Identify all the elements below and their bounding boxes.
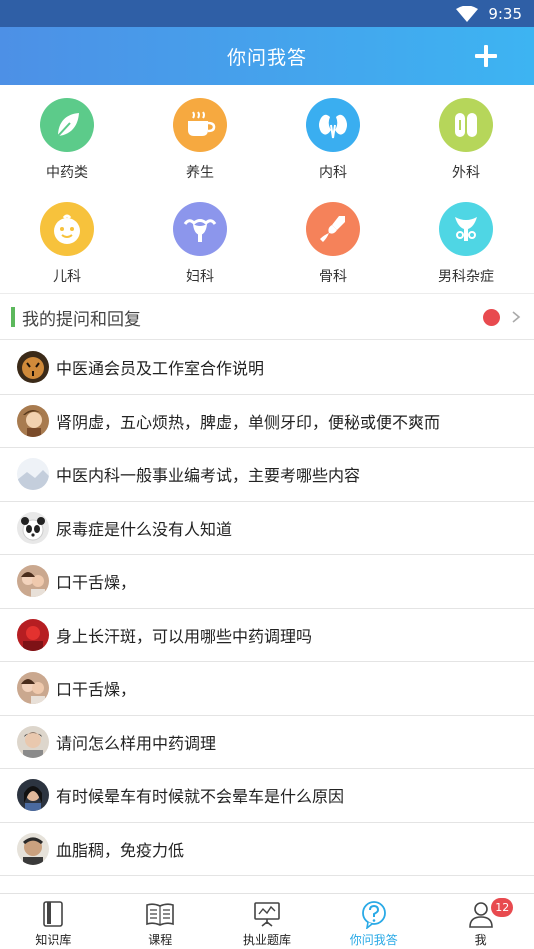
tab-label: 我 [474,933,487,947]
tab-label: 你问我答 [349,933,398,947]
section-title: 我的提问和回复 [22,309,141,330]
category-zhongyao[interactable]: 中药类 [0,98,134,198]
tea-cup-icon [173,98,227,152]
avatar [17,404,49,437]
bottom-tab-bar: 知识库 课程 执业题库 你问我答 12 我 [0,893,534,949]
question-text: 肾阴虚，五心烦热，脾虚，单侧牙印，便秘或便不爽而 [56,412,441,432]
wifi-icon [456,5,479,22]
avatar [17,779,49,812]
list-item[interactable]: 中医通会员及工作室合作说明 [0,341,534,395]
avatar [17,565,49,598]
list-item[interactable]: 口干舌燥， [0,555,534,609]
category-label: 儿科 [53,269,81,285]
category-label: 内科 [319,165,347,181]
list-item[interactable]: 有时候晕车有时候就不会晕车是什么原因 [0,769,534,823]
board-chart-icon [254,902,280,927]
avatar [17,725,49,758]
leaf-icon [40,98,94,152]
tab-qa[interactable]: 你问我答 [320,894,427,949]
avatar [17,618,49,651]
bandage-icon [439,98,493,152]
category-label: 男科杂症 [438,269,494,285]
list-item[interactable]: 请问怎么样用中药调理 [0,716,534,769]
question-text: 口干舌燥， [56,680,137,700]
list-item[interactable]: 尿毒症是什么没有人知道 [0,502,534,555]
list-item[interactable]: 身上长汗斑，可以用哪些中药调理吗 [0,609,534,662]
category-grid: 中药类 养生 内科 外科 儿科 妇科 骨科 男科杂症 [0,85,534,294]
question-text: 口干舌燥， [56,573,137,593]
question-text: 尿毒症是什么没有人知道 [56,519,233,539]
my-questions-header[interactable]: 我的提问和回复 [0,295,534,340]
male-organ-icon [439,202,493,256]
unread-dot [483,309,500,326]
category-waike[interactable]: 外科 [399,98,533,198]
status-time: 9:35 [488,4,522,23]
list-item[interactable]: 口干舌燥， [0,662,534,716]
question-text: 有时候晕车有时候就不会晕车是什么原因 [56,787,345,807]
question-text: 请问怎么样用中药调理 [56,733,217,753]
avatar [17,351,49,384]
list-item[interactable]: 中医内科一般事业编考试，主要考哪些内容 [0,448,534,502]
question-text: 中医内科一般事业编考试，主要考哪些内容 [56,466,361,486]
tab-me[interactable]: 12 我 [427,894,534,949]
avatar [17,832,49,865]
list-item[interactable]: 肾阴虚，五心烦热，脾虚，单侧牙印，便秘或便不爽而 [0,395,534,448]
question-text: 血脂稠，免疫力低 [56,840,185,860]
category-fuke[interactable]: 妇科 [133,202,267,302]
category-erke[interactable]: 儿科 [0,202,134,302]
avatar [17,511,49,544]
page-title: 你问我答 [226,46,307,69]
book-icon [43,901,64,927]
category-label: 养生 [186,165,214,181]
question-list: 中医通会员及工作室合作说明 肾阴虚，五心烦热，脾虚，单侧牙印，便秘或便不爽而 中… [0,341,534,876]
uterus-icon [173,202,227,256]
category-label: 骨科 [319,269,347,285]
question-text: 身上长汗斑，可以用哪些中药调理吗 [56,626,313,646]
category-nanke[interactable]: 男科杂症 [399,202,533,302]
question-icon [361,901,386,929]
open-book-icon [146,903,174,926]
add-question-button[interactable] [468,27,504,85]
category-label: 中药类 [46,165,88,181]
plus-icon [475,45,497,67]
tab-exam-bank[interactable]: 执业题库 [214,894,321,949]
category-label: 外科 [452,165,480,181]
tab-label: 执业题库 [242,933,291,947]
tab-courses[interactable]: 课程 [107,894,214,949]
category-yangsheng[interactable]: 养生 [133,98,267,198]
avatar [17,672,49,705]
avatar [17,458,49,491]
question-text: 中医通会员及工作室合作说明 [56,359,265,379]
bone-joint-icon [306,202,360,256]
category-label: 妇科 [186,269,214,285]
category-guke[interactable]: 骨科 [266,202,400,302]
tab-label: 知识库 [35,933,72,947]
section-accent-bar [11,307,15,327]
kidney-icon [306,98,360,152]
tab-knowledge[interactable]: 知识库 [0,894,107,949]
list-item[interactable]: 血脂稠，免疫力低 [0,823,534,876]
status-bar: 9:35 [0,0,534,27]
notification-badge: 12 [491,898,514,917]
tab-label: 课程 [148,933,173,947]
header-bar: 你问我答 [0,27,534,85]
baby-face-icon [40,202,94,256]
category-neike[interactable]: 内科 [266,98,400,198]
chevron-right-icon [512,311,521,323]
